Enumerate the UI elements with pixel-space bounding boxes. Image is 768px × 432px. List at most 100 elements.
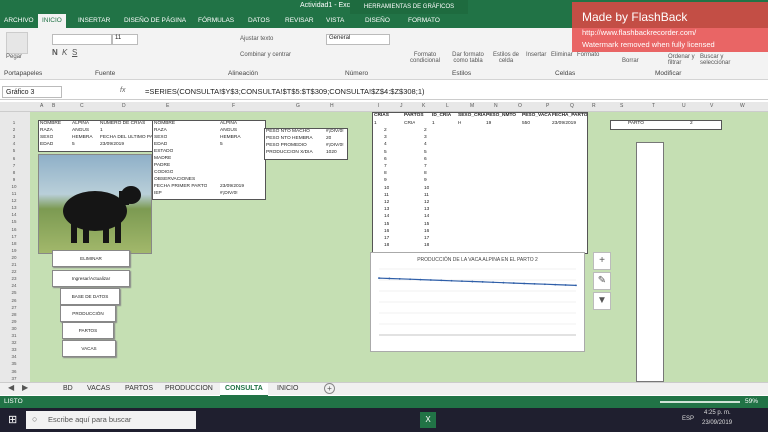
sheet-tab-produccion[interactable]: PRODUCCION	[160, 383, 218, 395]
row-header[interactable]: 16	[0, 227, 28, 232]
excel-taskbar-icon[interactable]: X	[420, 412, 436, 428]
row-header[interactable]: 5	[0, 148, 28, 153]
row-header[interactable]: 31	[0, 333, 28, 338]
sheet-tab-bd[interactable]: BD	[58, 383, 78, 395]
clock-date[interactable]: 23/09/2019	[702, 420, 732, 426]
ribbon-tab-6[interactable]: REVISAR	[281, 14, 318, 28]
row-header[interactable]: 33	[0, 347, 28, 352]
paste-icon[interactable]	[6, 32, 28, 54]
button-1[interactable]: Ingresar/Actualizar	[52, 270, 130, 287]
column-header[interactable]: G	[296, 103, 300, 109]
row-header[interactable]: 37	[0, 376, 28, 381]
row-header[interactable]: 28	[0, 312, 28, 317]
merge-center-button[interactable]: Combinar y centrar	[240, 52, 291, 58]
row-header[interactable]: 25	[0, 290, 28, 295]
row-header[interactable]: 21	[0, 262, 28, 267]
zoom-level[interactable]: 59%	[745, 396, 758, 408]
column-header[interactable]: S	[620, 103, 623, 109]
row-header[interactable]: 30	[0, 326, 28, 331]
row-header[interactable]: 4	[0, 141, 28, 146]
ribbon-tab-1[interactable]: INICIO	[38, 14, 66, 28]
row-header[interactable]: 6	[0, 156, 28, 161]
column-header[interactable]: C	[80, 103, 84, 109]
column-header[interactable]: P	[546, 103, 549, 109]
number-format-box[interactable]: General	[326, 34, 390, 45]
sheet-tab-inicio[interactable]: INICIO	[272, 383, 303, 395]
chart-filter-button[interactable]: ▼	[593, 292, 611, 310]
column-header[interactable]: L	[446, 103, 449, 109]
sheet-tab-vacas[interactable]: VACAS	[82, 383, 115, 395]
row-header[interactable]: 14	[0, 212, 28, 217]
button-0[interactable]: ELIMINAR	[52, 250, 130, 267]
zoom-slider[interactable]	[660, 401, 740, 403]
name-box[interactable]: Gráfico 3	[2, 86, 62, 98]
column-header[interactable]: U	[682, 103, 686, 109]
column-header[interactable]: V	[710, 103, 713, 109]
italic-button[interactable]: K	[62, 48, 67, 57]
taskbar-search[interactable]: Escribe aquí para buscar	[26, 411, 196, 429]
column-header[interactable]: E	[166, 103, 169, 109]
sheet-tab-consulta[interactable]: CONSULTA	[220, 383, 268, 397]
row-header[interactable]: 8	[0, 170, 28, 175]
row-header[interactable]: 12	[0, 198, 28, 203]
paste-button[interactable]: Pegar	[6, 54, 22, 60]
button-3[interactable]: PRODUCCIÓN	[60, 305, 116, 322]
formula-input[interactable]: =SERIES(CONSULTA!$Y$3;CONSULTA!$T$5:$T$3…	[145, 86, 425, 98]
ribbon-tab-0[interactable]: ARCHIVO	[0, 14, 38, 28]
column-header[interactable]: T	[652, 103, 655, 109]
ribbon-tab-7[interactable]: VISTA	[322, 14, 348, 28]
prev-sheet-icon[interactable]: ◀	[8, 383, 14, 392]
column-header[interactable]: O	[518, 103, 522, 109]
column-header[interactable]: J	[400, 103, 403, 109]
row-header[interactable]: 9	[0, 177, 28, 182]
find-select-button[interactable]: Buscar y seleccionar	[700, 54, 740, 66]
underline-button[interactable]: S	[72, 48, 77, 57]
clock-time[interactable]: 4:25 p. m.	[704, 410, 731, 416]
ribbon-tab-4[interactable]: FÓRMULAS	[194, 14, 238, 28]
row-header[interactable]: 27	[0, 305, 28, 310]
format-cells-button[interactable]: Formato	[577, 52, 599, 58]
row-header[interactable]: 34	[0, 354, 28, 359]
row-header[interactable]: 26	[0, 298, 28, 303]
row-header[interactable]: 13	[0, 205, 28, 210]
row-header[interactable]: 36	[0, 369, 28, 374]
ribbon-tab-2[interactable]: INSERTAR	[74, 14, 114, 28]
row-header[interactable]: 23	[0, 276, 28, 281]
cell-styles-button[interactable]: Estilos de celda	[490, 52, 522, 64]
row-header[interactable]: 18	[0, 241, 28, 246]
row-header[interactable]: 1	[0, 120, 28, 125]
row-header[interactable]: 17	[0, 234, 28, 239]
language-indicator[interactable]: ESP	[682, 416, 694, 422]
windows-start-icon[interactable]: ⊞	[8, 413, 17, 426]
row-header[interactable]: 35	[0, 361, 28, 366]
fx-icon[interactable]: fx	[120, 87, 125, 94]
button-2[interactable]: BASE DE DATOS	[60, 288, 120, 305]
row-header[interactable]: 2	[0, 127, 28, 132]
row-header[interactable]: 24	[0, 283, 28, 288]
column-header[interactable]: K	[422, 103, 425, 109]
button-4[interactable]: PARTOS	[62, 322, 114, 339]
sort-filter-button[interactable]: Ordenar y filtrar	[668, 54, 696, 66]
column-header[interactable]: F	[232, 103, 235, 109]
add-sheet-icon[interactable]: +	[324, 383, 335, 394]
button-5[interactable]: VACAS	[62, 340, 116, 357]
wrap-text-button[interactable]: Ajustar texto	[240, 36, 273, 42]
column-header[interactable]: Q	[570, 103, 574, 109]
row-header[interactable]: 15	[0, 219, 28, 224]
next-sheet-icon[interactable]: ▶	[22, 383, 28, 392]
font-name-box[interactable]	[52, 34, 112, 45]
chart-elements-button[interactable]: +	[593, 252, 611, 270]
row-header[interactable]: 32	[0, 340, 28, 345]
row-header[interactable]: 22	[0, 269, 28, 274]
ribbon-tab-3[interactable]: DISEÑO DE PÁGINA	[120, 14, 190, 28]
column-header[interactable]: W	[740, 103, 745, 109]
column-header[interactable]: H	[330, 103, 334, 109]
row-header[interactable]: 11	[0, 191, 28, 196]
ribbon-tab-5[interactable]: DATOS	[244, 14, 274, 28]
column-header[interactable]: A	[40, 103, 43, 109]
row-header[interactable]: 3	[0, 134, 28, 139]
ribbon-tab-8[interactable]: DISEÑO	[361, 14, 394, 28]
row-header[interactable]: 29	[0, 319, 28, 324]
column-header[interactable]: D	[122, 103, 126, 109]
bold-button[interactable]: N	[52, 48, 58, 57]
